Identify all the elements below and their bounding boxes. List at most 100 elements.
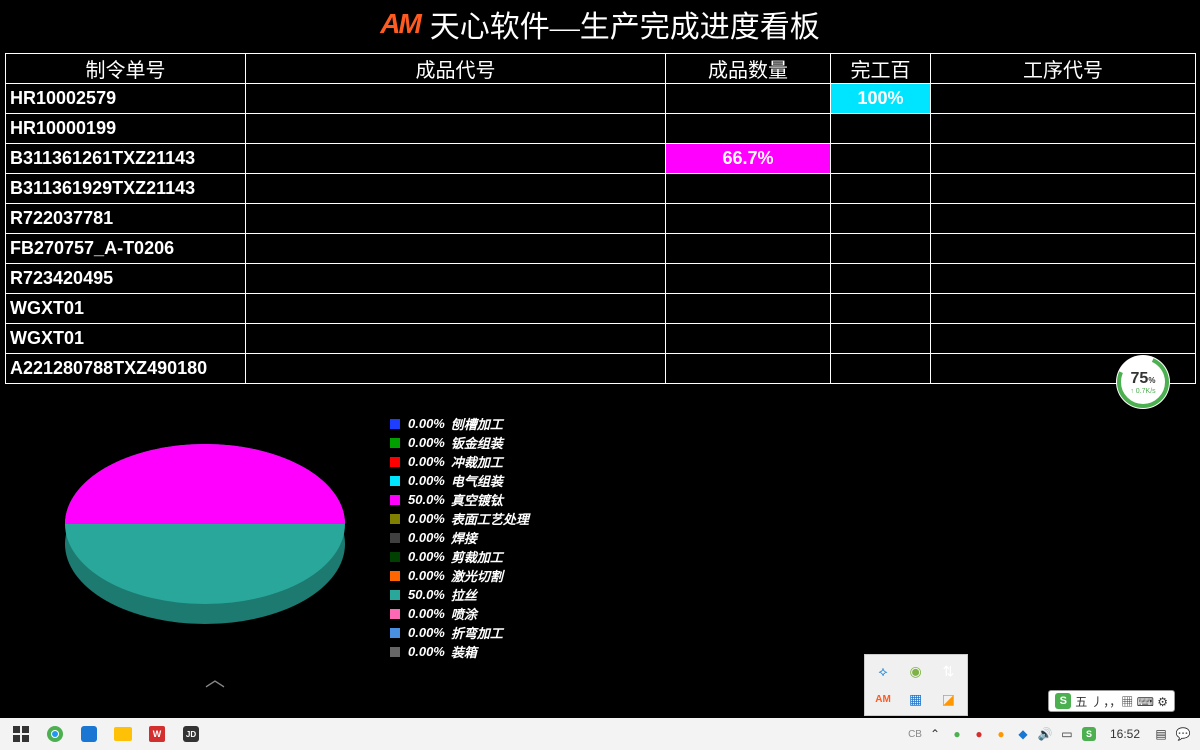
table-row: R723420495 bbox=[6, 264, 1196, 294]
legend-item: 50.0% 真空镀钛 bbox=[390, 490, 529, 509]
legend-item: 0.00% 表面工艺处理 bbox=[390, 509, 529, 528]
legend-label: 折弯加工 bbox=[451, 623, 503, 642]
ime-panel[interactable]: S 五 丿，，▦ ⌨ ⚙ bbox=[1048, 690, 1175, 712]
tray-misc-icon[interactable]: ◪ bbox=[932, 685, 964, 713]
legend-item: 0.00%装箱 bbox=[390, 642, 529, 661]
legend-label: 装箱 bbox=[451, 642, 477, 661]
tray-box-icon[interactable]: ▭ bbox=[1058, 725, 1076, 743]
app-blue-icon[interactable] bbox=[72, 718, 106, 750]
col-product: 成品代号 bbox=[246, 54, 666, 84]
table-cell: R723420495 bbox=[6, 264, 246, 294]
transfer-icon[interactable]: ⇅ bbox=[932, 657, 964, 685]
tray-overflow-icon[interactable]: ⌃ bbox=[926, 725, 944, 743]
col-order: 制令单号 bbox=[6, 54, 246, 84]
legend-item: 0.00%钣金组装 bbox=[390, 433, 529, 452]
table-row: B311361261TXZ2114366.7% bbox=[6, 144, 1196, 174]
network-speed-widget[interactable]: 75% ↑ 0.7K/s bbox=[1116, 355, 1170, 409]
table-row: A221280788TXZ490180 bbox=[6, 354, 1196, 384]
legend-swatch bbox=[390, 419, 400, 429]
tray-s-icon[interactable]: S bbox=[1080, 725, 1098, 743]
chevron-up-icon[interactable]: ︿ bbox=[205, 663, 225, 692]
start-button[interactable] bbox=[4, 718, 38, 750]
legend-label: 剪裁加工 bbox=[451, 547, 503, 566]
table-cell bbox=[666, 294, 831, 324]
legend-value: 0.00% bbox=[408, 530, 445, 545]
legend-swatch bbox=[390, 457, 400, 467]
table-row: HR10000199 bbox=[6, 114, 1196, 144]
logo-text: AM bbox=[380, 8, 420, 40]
table-cell: HR10002579 bbox=[6, 84, 246, 114]
legend-label: 冲裁加工 bbox=[451, 452, 503, 471]
legend-label: 电气组装 bbox=[451, 471, 503, 490]
tray-dot2-icon[interactable]: ● bbox=[970, 725, 988, 743]
jd-icon[interactable]: JD bbox=[174, 718, 208, 750]
tray-overflow-panel[interactable]: ⟡ ◉ ⇅ AM ▦ ◪ bbox=[864, 654, 968, 716]
legend-label: 焊接 bbox=[451, 528, 477, 547]
tray-label: CB bbox=[908, 729, 922, 740]
wps-icon[interactable]: W bbox=[140, 718, 174, 750]
table-cell bbox=[666, 84, 831, 114]
legend-label: 喷涂 bbox=[451, 604, 477, 623]
clock[interactable]: 16:52 bbox=[1102, 727, 1148, 741]
table-cell bbox=[666, 204, 831, 234]
table-cell bbox=[666, 264, 831, 294]
table-cell bbox=[831, 144, 931, 174]
chrome-icon[interactable] bbox=[38, 718, 72, 750]
bluetooth-icon[interactable]: ⟡ bbox=[867, 657, 899, 685]
legend-label: 表面工艺处理 bbox=[451, 509, 529, 528]
legend-value: 0.00% bbox=[408, 625, 445, 640]
legend-swatch bbox=[390, 590, 400, 600]
tray-app-icon[interactable]: ◉ bbox=[900, 657, 932, 685]
ime-s-icon[interactable]: S bbox=[1055, 693, 1071, 709]
table-row: HR10002579 100% bbox=[6, 84, 1196, 114]
legend-label: 真空镀钛 bbox=[451, 490, 503, 509]
production-table: 制令单号 成品代号 成品数量 完工百 工序代号 HR10002579100%HR… bbox=[5, 53, 1196, 384]
legend-value: 0.00% bbox=[408, 511, 445, 526]
am-tray-icon[interactable]: AM bbox=[867, 685, 899, 713]
legend-swatch bbox=[390, 552, 400, 562]
table-cell bbox=[246, 144, 666, 174]
volume-icon[interactable]: 🔊 bbox=[1036, 725, 1054, 743]
taskbar[interactable]: W JD CB ⌃ ● ● ● ◆ 🔊 ▭ S 16:52 ▤ 💬 bbox=[0, 718, 1200, 750]
legend-value: 50.0% bbox=[408, 492, 445, 507]
table-cell bbox=[831, 294, 931, 324]
table-cell: 100% bbox=[831, 84, 931, 114]
page-title: 天心软件—生产完成进度看板 bbox=[430, 2, 820, 46]
col-proc: 工序代号 bbox=[931, 54, 1196, 84]
table-cell bbox=[831, 174, 931, 204]
tray-grid-icon[interactable]: ▦ bbox=[900, 685, 932, 713]
table-cell bbox=[931, 144, 1196, 174]
legend-value: 0.00% bbox=[408, 435, 445, 450]
action-center-icon[interactable]: ▤ bbox=[1152, 725, 1170, 743]
table-cell bbox=[831, 324, 931, 354]
system-tray[interactable]: CB ⌃ ● ● ● ◆ 🔊 ▭ S 16:52 ▤ 💬 bbox=[904, 725, 1196, 743]
table-cell: B311361929TXZ21143 bbox=[6, 174, 246, 204]
legend-item: 0.00% 激光切割 bbox=[390, 566, 529, 585]
tray-dot1-icon[interactable]: ● bbox=[948, 725, 966, 743]
legend-value: 50.0% bbox=[408, 587, 445, 602]
notification-icon[interactable]: 💬 bbox=[1174, 725, 1192, 743]
table-row: R722037781 bbox=[6, 204, 1196, 234]
table-cell bbox=[246, 354, 666, 384]
legend-swatch bbox=[390, 571, 400, 581]
legend-value: 0.00% bbox=[408, 568, 445, 583]
table-cell bbox=[666, 174, 831, 204]
legend-label: 激光切割 bbox=[451, 566, 503, 585]
legend-item: 0.00%刨槽加工 bbox=[390, 414, 529, 433]
table-cell bbox=[246, 264, 666, 294]
legend-item: 50.0%拉丝 bbox=[390, 585, 529, 604]
pie-chart bbox=[60, 414, 350, 634]
header: AM 天心软件—生产完成进度看板 bbox=[0, 0, 1200, 48]
table-cell bbox=[831, 204, 931, 234]
legend-swatch bbox=[390, 609, 400, 619]
legend-swatch bbox=[390, 628, 400, 638]
table-cell bbox=[931, 294, 1196, 324]
tray-dot4-icon[interactable]: ◆ bbox=[1014, 725, 1032, 743]
legend-swatch bbox=[390, 647, 400, 657]
legend-label: 刨槽加工 bbox=[451, 414, 503, 433]
tray-dot3-icon[interactable]: ● bbox=[992, 725, 1010, 743]
table-cell bbox=[666, 354, 831, 384]
explorer-icon[interactable] bbox=[106, 718, 140, 750]
table-cell bbox=[931, 114, 1196, 144]
table-cell: R722037781 bbox=[6, 204, 246, 234]
